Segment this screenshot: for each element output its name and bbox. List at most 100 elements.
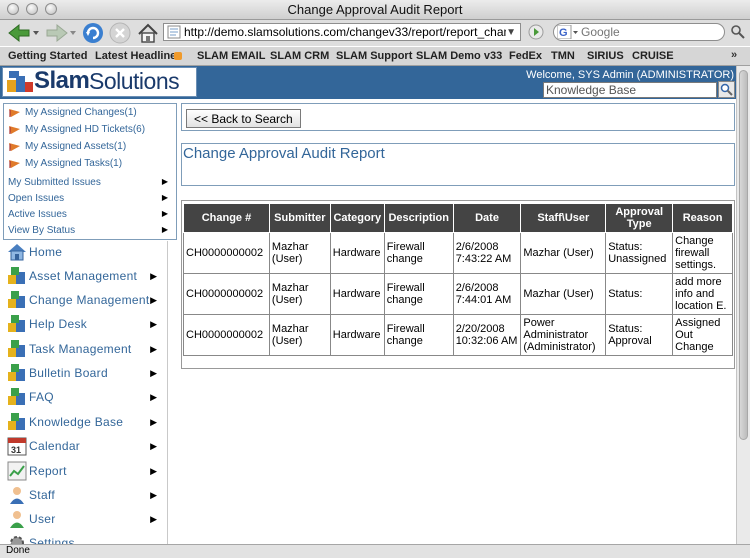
quick-menu-label: View By Status bbox=[8, 225, 76, 236]
vertical-scrollbar[interactable] bbox=[736, 66, 750, 544]
quick-menu-submitted-issues[interactable]: My Submitted Issues ▶ bbox=[8, 177, 168, 188]
triangle-right-icon: ▶ bbox=[150, 514, 157, 524]
menu-item-label: Staff bbox=[29, 488, 55, 502]
quick-links-panel: My Assigned Changes(1) My Assigned HD Ti… bbox=[3, 103, 177, 240]
rss-feed-icon bbox=[174, 52, 182, 60]
menu-item-label: Asset Management bbox=[29, 269, 138, 283]
slam-solutions-logo[interactable]: Slam Solutions bbox=[2, 67, 197, 97]
column-header: Submitter bbox=[268, 203, 331, 233]
quick-menu-open-issues[interactable]: Open Issues ▶ bbox=[8, 193, 168, 204]
knowledge-base-search-input[interactable] bbox=[543, 82, 717, 98]
table-cell: Power Administrator (Administrator) bbox=[520, 314, 607, 356]
menu-item-asset-management[interactable]: Asset Management ▶ bbox=[3, 265, 163, 287]
table-cell: 2/6/2008 7:44:01 AM bbox=[452, 273, 522, 315]
menu-item-calendar[interactable]: 31 Calendar ▶ bbox=[3, 435, 163, 457]
reload-button[interactable] bbox=[82, 22, 104, 44]
table-cell: CH0000000002 bbox=[183, 273, 270, 315]
table-header-row: Change # Submitter Category Description … bbox=[183, 203, 733, 233]
home-nav-button[interactable] bbox=[136, 22, 160, 44]
back-arrow-icon bbox=[8, 23, 39, 43]
report-table-wrapper: Change # Submitter Category Description … bbox=[181, 200, 735, 369]
quick-link-assigned-hd-tickets[interactable]: My Assigned HD Tickets(6) bbox=[8, 124, 145, 135]
knowledge-base-search-button[interactable] bbox=[718, 81, 735, 98]
url-history-dropdown-icon[interactable]: ▼ bbox=[506, 27, 516, 38]
triangle-right-icon: ▶ bbox=[161, 177, 168, 186]
quick-menu-view-by-status[interactable]: View By Status ▶ bbox=[8, 225, 168, 236]
bookmark-link[interactable]: SLAM Support bbox=[336, 50, 412, 62]
menu-item-label: User bbox=[29, 512, 56, 526]
bookmark-link[interactable]: Latest Headlines bbox=[95, 50, 182, 62]
menu-item-staff[interactable]: Staff ▶ bbox=[3, 484, 163, 506]
bookmark-link[interactable]: Getting Started bbox=[8, 50, 87, 62]
menu-item-knowledge-base[interactable]: Knowledge Base ▶ bbox=[3, 411, 163, 433]
menu-item-label: Report bbox=[29, 464, 67, 478]
table-row: CH0000000002 Mazhar (User) Hardware Fire… bbox=[183, 314, 733, 356]
triangle-right-icon: ▶ bbox=[150, 295, 157, 305]
table-cell: Hardware bbox=[329, 273, 385, 315]
table-cell: Hardware bbox=[329, 232, 385, 274]
scrollbar-thumb[interactable] bbox=[739, 70, 748, 440]
search-magnifier-icon[interactable] bbox=[730, 24, 746, 43]
triangle-right-icon: ▶ bbox=[150, 490, 157, 500]
menu-item-label: Help Desk bbox=[29, 317, 88, 331]
quick-link-label: My Assigned Changes(1) bbox=[25, 107, 137, 118]
bookmark-link[interactable]: FedEx bbox=[509, 50, 542, 62]
table-cell: add more info and location E. bbox=[672, 273, 733, 315]
quick-link-assigned-assets[interactable]: My Assigned Assets(1) bbox=[8, 141, 126, 152]
quick-menu-label: Active Issues bbox=[8, 209, 67, 220]
bookmark-link[interactable]: CRUISE bbox=[632, 50, 674, 62]
quick-link-assigned-changes[interactable]: My Assigned Changes(1) bbox=[8, 107, 137, 118]
quick-link-label: My Assigned HD Tickets(6) bbox=[25, 124, 146, 135]
quick-menu-active-issues[interactable]: Active Issues ▶ bbox=[8, 209, 168, 220]
cubes-icon bbox=[8, 388, 25, 405]
table-cell: Firewall change bbox=[383, 232, 454, 274]
calendar-day: 31 bbox=[11, 445, 21, 455]
bookmarks-overflow-icon[interactable]: » bbox=[731, 49, 737, 61]
menu-item-label: Task Management bbox=[29, 342, 132, 356]
table-cell: CH0000000002 bbox=[183, 232, 270, 274]
cubes-icon bbox=[8, 291, 25, 308]
go-button[interactable] bbox=[526, 22, 546, 42]
web-search-input[interactable] bbox=[579, 24, 703, 40]
back-nav-button[interactable] bbox=[4, 22, 42, 44]
menu-item-help-desk[interactable]: Help Desk ▶ bbox=[3, 313, 163, 335]
table-cell: Mazhar (User) bbox=[268, 232, 331, 274]
sidebar-divider bbox=[167, 241, 168, 544]
welcome-text: Welcome, SYS Admin (ADMINISTRATOR) bbox=[526, 69, 734, 81]
stop-button[interactable] bbox=[109, 22, 131, 44]
menu-item-faq[interactable]: FAQ ▶ bbox=[3, 386, 163, 408]
magnifier-icon bbox=[720, 83, 733, 96]
svg-text:G: G bbox=[559, 27, 568, 39]
bookmark-link[interactable]: SLAM CRM bbox=[270, 50, 329, 62]
menu-item-report[interactable]: Report ▶ bbox=[3, 460, 163, 482]
menu-item-home[interactable]: Home bbox=[3, 241, 163, 263]
bookmark-link[interactable]: SLAM Demo v33 bbox=[416, 50, 502, 62]
address-bar[interactable]: http://demo.slamsolutions.com/changev33/… bbox=[163, 23, 521, 41]
go-arrow-icon bbox=[528, 24, 544, 40]
audit-report-table: Change # Submitter Category Description … bbox=[183, 203, 733, 356]
menu-item-bulletin-board[interactable]: Bulletin Board ▶ bbox=[3, 362, 163, 384]
bookmark-link[interactable]: SLAM EMAIL bbox=[197, 50, 265, 62]
search-nav-box: << Back to Search bbox=[181, 103, 735, 131]
quick-link-assigned-tasks[interactable]: My Assigned Tasks(1) bbox=[8, 158, 122, 169]
flag-icon bbox=[9, 159, 20, 168]
web-search-box[interactable]: G bbox=[553, 23, 725, 41]
table-cell: Status: bbox=[605, 273, 674, 315]
table-cell: 2/20/2008 10:32:06 AM bbox=[452, 314, 522, 356]
logo-text-solutions: Solutions bbox=[89, 68, 180, 94]
bookmark-link[interactable]: TMN bbox=[551, 50, 575, 62]
menu-item-task-management[interactable]: Task Management ▶ bbox=[3, 338, 163, 360]
bookmark-link[interactable]: SIRIUS bbox=[587, 50, 624, 62]
table-cell: Status: Unassigned bbox=[605, 232, 674, 274]
forward-nav-button[interactable] bbox=[44, 22, 78, 44]
menu-item-settings[interactable]: Settings bbox=[3, 532, 163, 544]
browser-status-bar: Done bbox=[0, 544, 750, 558]
flag-icon bbox=[9, 108, 20, 117]
menu-item-label: Bulletin Board bbox=[29, 366, 108, 380]
menu-item-change-management[interactable]: Change Management ▶ bbox=[3, 289, 163, 311]
table-cell: Mazhar (User) bbox=[268, 273, 331, 315]
back-to-search-button[interactable]: << Back to Search bbox=[186, 109, 301, 128]
cubes-icon bbox=[8, 315, 25, 332]
menu-item-user[interactable]: User ▶ bbox=[3, 508, 163, 530]
table-cell: 2/6/2008 7:43:22 AM bbox=[452, 232, 522, 274]
